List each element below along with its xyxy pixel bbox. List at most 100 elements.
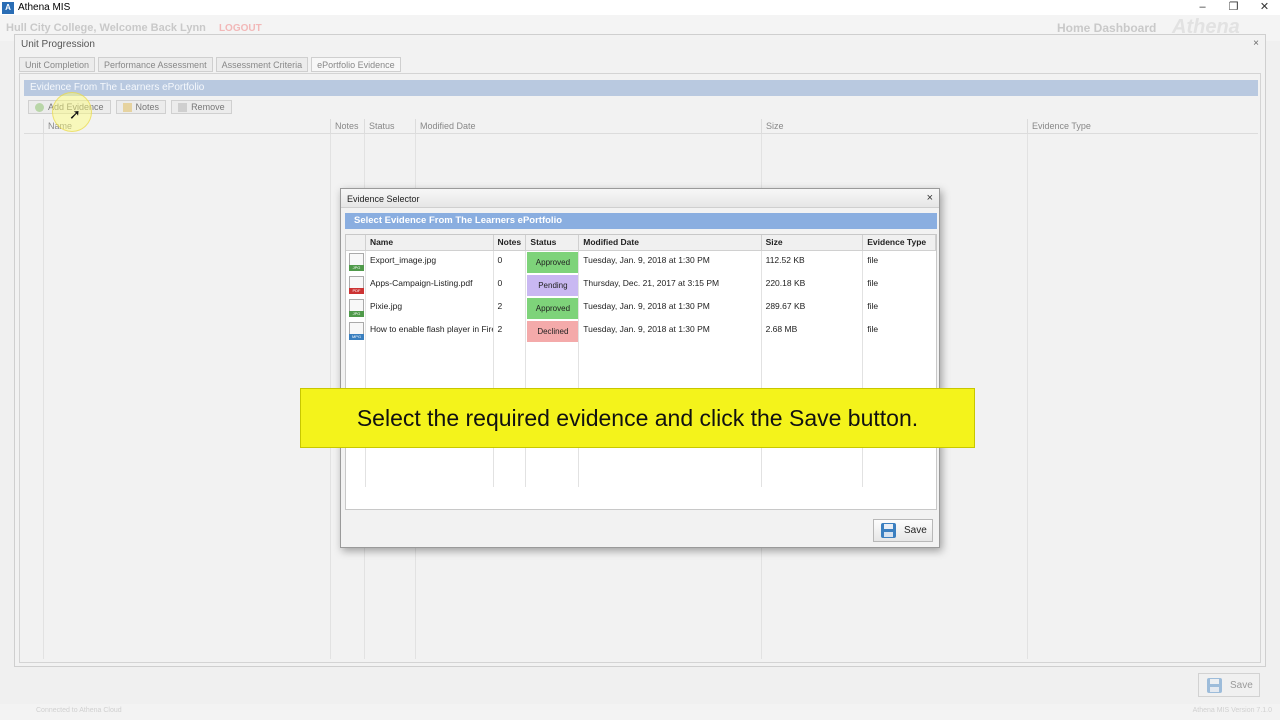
selector-col-status[interactable]: Status (526, 235, 580, 250)
window-controls: – ❐ ✕ (1187, 0, 1280, 15)
row-type: file (867, 301, 879, 311)
close-icon[interactable]: ✕ (1249, 0, 1280, 15)
table-row[interactable]: JPG Export_image.jpg 0 Approved Tuesday,… (346, 251, 936, 274)
dialog-titlebar: Evidence Selector × (341, 189, 939, 208)
row-status: Approved (526, 251, 580, 274)
pdf-file-icon: PDF (349, 276, 364, 294)
row-date: Tuesday, Jan. 9, 2018 at 1:30 PM (579, 297, 762, 320)
file-type-tag: JPG (349, 311, 364, 317)
grid-col-spacer (24, 119, 44, 133)
row-size: 289.67 KB (762, 297, 864, 320)
file-icon-cell: JPG (346, 297, 366, 320)
evidence-grid-header: Name Notes Status Modified Date Size Evi… (24, 119, 1258, 134)
tab-performance-assessment[interactable]: Performance Assessment (98, 57, 213, 72)
home-dashboard-link[interactable]: Home Dashboard (1057, 21, 1156, 35)
jpg-file-icon: JPG (349, 299, 364, 317)
notes-icon (122, 102, 132, 112)
grid-body-col (44, 134, 331, 659)
tutorial-caption: Select the required evidence and click t… (300, 388, 975, 448)
grid-col-size[interactable]: Size (762, 119, 1028, 133)
dialog-close-icon[interactable]: × (927, 192, 933, 204)
row-size: 220.18 KB (762, 274, 864, 297)
grid-col-status[interactable]: Status (365, 119, 416, 133)
file-icon-cell: PDF (346, 274, 366, 297)
row-status: Approved (526, 297, 580, 320)
row-name: Apps-Campaign-Listing.pdf (366, 274, 494, 297)
row-notes: 2 (494, 297, 527, 320)
save-floppy-icon (1207, 677, 1222, 693)
status-badge: Declined (527, 321, 579, 342)
evidence-selector-grid: Name Notes Status Modified Date Size Evi… (345, 234, 937, 510)
tab-eportfolio-evidence[interactable]: ePortfolio Evidence (311, 57, 401, 72)
tab-assessment-criteria[interactable]: Assessment Criteria (215, 57, 309, 72)
restore-icon[interactable]: ❐ (1218, 0, 1249, 15)
grid-body-col (1028, 134, 1258, 659)
selector-col-icon (346, 235, 366, 250)
row-size: 112.52 KB (762, 251, 864, 274)
dialog-save-label: Save (904, 525, 927, 536)
status-connection: Connected to Athena Cloud (36, 707, 122, 714)
dialog-save-button[interactable]: Save (873, 519, 933, 542)
add-icon (35, 102, 44, 112)
dialog-header: Select Evidence From The Learners ePortf… (345, 213, 937, 229)
table-row[interactable]: JPG Pixie.jpg 2 Approved Tuesday, Jan. 9… (346, 297, 936, 320)
row-status: Pending (526, 274, 580, 297)
row-type: file (867, 255, 879, 265)
remove-label: Remove (191, 102, 225, 112)
remove-button[interactable]: Remove (171, 100, 232, 114)
main-save-label: Save (1230, 679, 1253, 691)
grid-col-evidence-type[interactable]: Evidence Type (1028, 119, 1258, 133)
evidence-selector-dialog: Evidence Selector × Select Evidence From… (340, 188, 940, 548)
selector-col-evidence-type[interactable]: Evidence Type (863, 235, 936, 250)
row-name: Pixie.jpg (366, 297, 494, 320)
panel-header: Evidence From The Learners ePortfolio (24, 80, 1258, 96)
remove-icon (178, 102, 188, 112)
row-date: Tuesday, Jan. 9, 2018 at 1:30 PM (579, 320, 762, 343)
grid-col-modified-date[interactable]: Modified Date (416, 119, 762, 133)
logout-link[interactable]: LOGOUT (219, 23, 262, 34)
jpg-file-icon: JPG (349, 253, 364, 271)
table-row[interactable]: MPG How to enable flash player in Fire 2… (346, 320, 936, 343)
file-icon-cell: JPG (346, 251, 366, 274)
file-icon-cell: MPG (346, 320, 366, 343)
row-name: How to enable flash player in Fire (366, 320, 494, 343)
save-floppy-icon (881, 523, 896, 538)
mouse-cursor-icon: ➚ (69, 106, 81, 122)
notes-button[interactable]: Notes (115, 100, 167, 114)
main-save-button[interactable]: Save (1198, 673, 1260, 697)
status-bar: Connected to Athena Cloud Athena MIS Ver… (0, 704, 1280, 720)
dialog-title: Evidence Selector (347, 194, 420, 204)
row-status: Declined (526, 320, 580, 343)
selector-grid-header: Name Notes Status Modified Date Size Evi… (346, 235, 936, 251)
row-date: Thursday, Dec. 21, 2017 at 3:15 PM (579, 274, 762, 297)
status-version: Athena MIS Version 7.1.0 (1192, 707, 1272, 714)
grid-col-notes[interactable]: Notes (331, 119, 365, 133)
file-type-tag: MPG (349, 334, 364, 340)
status-badge: Approved (527, 298, 579, 319)
file-type-tag: PDF (349, 288, 364, 294)
app-icon: A (2, 1, 14, 14)
college-welcome: Hull City College, Welcome Back Lynn LOG… (6, 22, 262, 34)
row-type: file (867, 278, 879, 288)
row-size: 2.68 MB (762, 320, 864, 343)
minimize-icon[interactable]: – (1187, 0, 1218, 15)
unit-window-close-icon[interactable]: × (1253, 38, 1259, 49)
selector-col-modified-date[interactable]: Modified Date (579, 235, 762, 250)
table-row[interactable]: PDF Apps-Campaign-Listing.pdf 0 Pending … (346, 274, 936, 297)
status-badge: Pending (527, 275, 579, 296)
college-welcome-text: Hull City College, Welcome Back Lynn (6, 22, 206, 34)
row-notes: 2 (494, 320, 527, 343)
tab-bar: Unit Completion Performance Assessment A… (19, 57, 401, 72)
unit-window-title: Unit Progression (21, 39, 95, 50)
status-badge: Approved (527, 252, 579, 273)
selector-col-name[interactable]: Name (366, 235, 494, 250)
selector-col-notes[interactable]: Notes (494, 235, 527, 250)
row-notes: 0 (494, 251, 527, 274)
tab-unit-completion[interactable]: Unit Completion (19, 57, 96, 72)
row-notes: 0 (494, 274, 527, 297)
file-type-tag: JPG (349, 265, 364, 271)
notes-label: Notes (135, 102, 160, 112)
os-titlebar: A Athena MIS – ❐ ✕ (0, 0, 1280, 15)
grid-body-col (24, 134, 44, 659)
selector-col-size[interactable]: Size (762, 235, 864, 250)
